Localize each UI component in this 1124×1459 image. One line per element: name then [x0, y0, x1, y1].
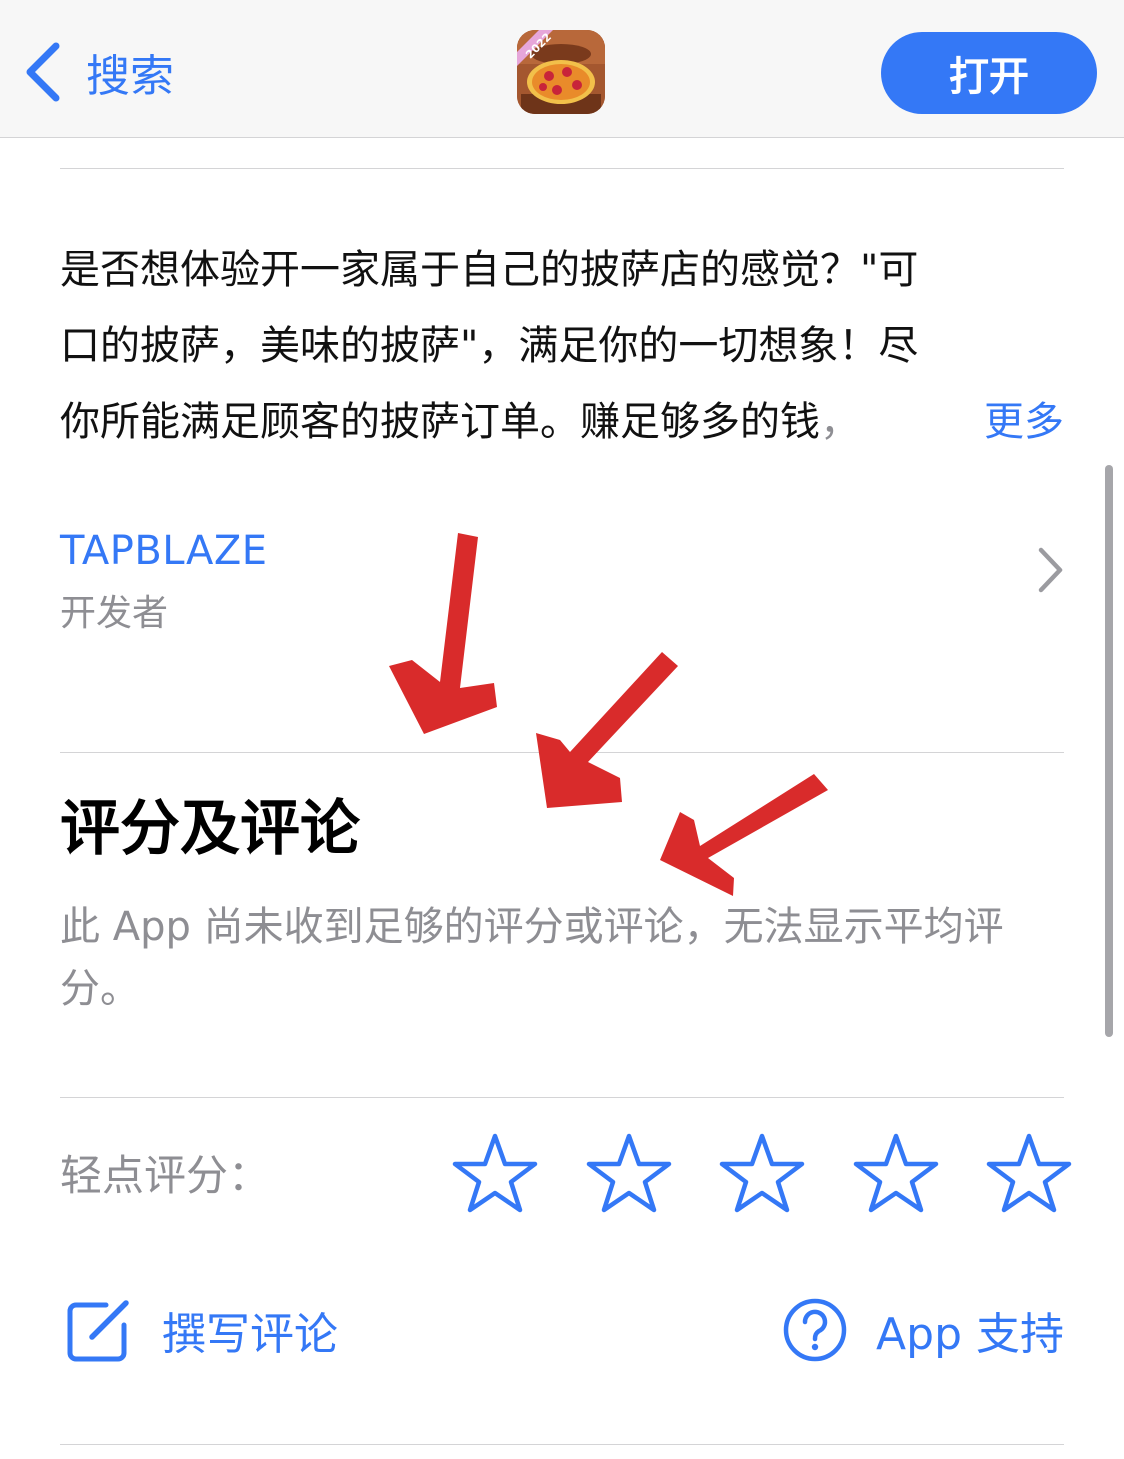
chevron-left-icon [26, 42, 60, 102]
description-line-text: 你所能满足顾客的披萨订单。赚足够多的钱 [60, 399, 820, 445]
back-label: 搜索 [86, 51, 174, 102]
write-review-button[interactable]: 撰写评论 [66, 1294, 338, 1366]
compose-icon [67, 1300, 129, 1362]
ratings-section-title: 评分及评论 [60, 794, 360, 864]
developer-row[interactable]: TAPBLAZE 开发者 [60, 520, 1064, 640]
description-line: 口的披萨，美味的披萨"，满足你的一切想象！尽 [60, 323, 919, 369]
developer-role-label: 开发者 [60, 593, 169, 634]
star-icon[interactable] [719, 1132, 805, 1214]
divider [60, 168, 1064, 169]
divider [60, 1097, 1064, 1098]
app-icon: 2022 [517, 30, 605, 114]
divider [60, 1444, 1064, 1445]
write-review-label: 撰写评论 [162, 1309, 338, 1360]
app-support-label: App 支持 [876, 1309, 1064, 1360]
annotation-arrows [389, 533, 828, 896]
scrollbar[interactable] [1105, 465, 1113, 1037]
app-description: 是否想体验开一家属于自己的披萨店的感觉？"可 口的披萨，美味的披萨"，满足你的一… [60, 232, 1064, 460]
red-arrow-annotation [660, 774, 828, 896]
tap-to-rate-label: 轻点评分： [60, 1151, 271, 1200]
star-icon[interactable] [452, 1132, 538, 1214]
chevron-right-icon [1038, 547, 1063, 593]
open-button[interactable]: 打开 [881, 32, 1097, 114]
navigation-bar: 搜索 2022 打开 [0, 0, 1124, 138]
app-support-button[interactable]: App 支持 [782, 1294, 1064, 1366]
back-button[interactable]: 搜索 [22, 38, 174, 106]
developer-name: TAPBLAZE [60, 528, 268, 574]
more-link[interactable]: 更多 [966, 384, 1064, 460]
red-arrow-annotation [536, 652, 678, 808]
star-icon[interactable] [586, 1132, 672, 1214]
no-ratings-message: 此 App 尚未收到足够的评分或评论，无法显示平均评分。 [60, 904, 1004, 1012]
star-icon[interactable] [853, 1132, 939, 1214]
description-line: 是否想体验开一家属于自己的披萨店的感觉？"可 [60, 247, 919, 293]
divider [60, 752, 1064, 753]
question-circle-icon [783, 1298, 847, 1362]
description-line: 你所能满足顾客的披萨订单。赚足够多的钱， [60, 384, 1064, 460]
star-icon[interactable] [986, 1132, 1072, 1214]
description-fade-text: ， [820, 399, 860, 445]
star-rating-control [452, 1132, 1072, 1216]
